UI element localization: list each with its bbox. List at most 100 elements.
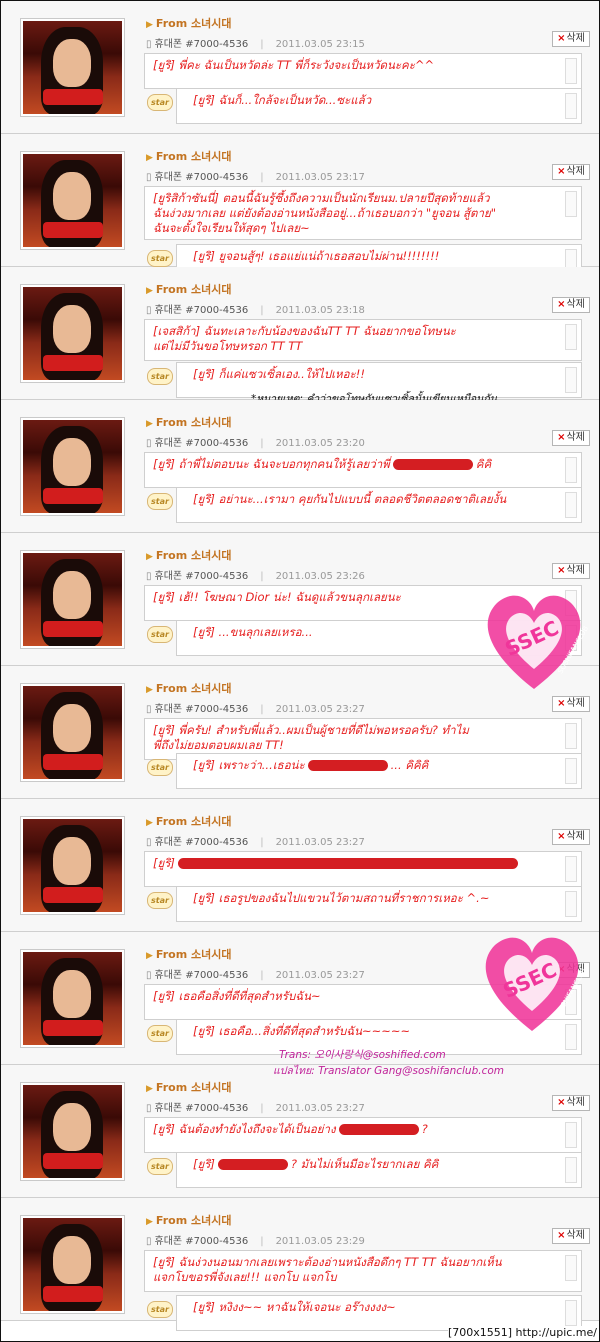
scrollbar[interactable] <box>565 93 577 119</box>
reply-text: [ยูริสิก้าซันนี่] ตอนนี้ฉันรู้ซึ้งถึงควา… <box>145 187 581 240</box>
reply-line-text: ... คิคิคิ <box>390 758 429 772</box>
reply-line-text: [ยูริ] หงิงง~~ หาฉันให้เจอนะ อร๊างงงง~ <box>193 1300 396 1314</box>
reply-line-text: [ยูริ] ...ขนลุกเลยเหรอ... <box>193 625 313 639</box>
message-datetime: 2011.03.05 23:27 <box>275 837 365 848</box>
phone-icon: ▯ <box>146 1236 152 1247</box>
star-button[interactable]: star <box>147 250 173 267</box>
delete-button[interactable]: ×삭제 <box>552 31 590 47</box>
avatar-photo <box>23 952 122 1045</box>
reply-line-text: ? <box>421 1122 428 1136</box>
scrollbar[interactable] <box>565 191 577 217</box>
ssec-watermark: SSEC SOSHIFANCLUB <box>475 581 593 699</box>
reply-box-secondary: [ยูริ] ? มันไม่เห็นมีอะไรยากเลย คิคิ <box>176 1152 582 1188</box>
reply-line: [ยูริ] ฉันก็...ใกล้จะเป็นหวัด...ซะแล้ว <box>193 93 573 108</box>
message-datetime: 2011.03.05 23:27 <box>275 1103 365 1114</box>
from-text: From 소녀시대 <box>155 416 232 429</box>
star-button[interactable]: star <box>147 94 173 111</box>
message-meta: ▯ 휴대폰 #7000-4536 | 2011.03.05 23:27 <box>146 700 365 715</box>
reply-line-text: [ยูริสิก้าซันนี่] ตอนนี้ฉันรู้ซึ้งถึงควา… <box>153 191 490 205</box>
reply-line: [ยูริ] เพราะว่า...เธอน่ะ ... คิคิคิ <box>193 758 573 773</box>
message-datetime: 2011.03.05 23:15 <box>275 39 365 50</box>
delete-button[interactable]: ×삭제 <box>552 829 590 845</box>
message-datetime: 2011.03.05 23:20 <box>275 438 365 449</box>
reply-line-text: [ยูริ] <box>153 856 175 870</box>
meta-divider: | <box>260 438 264 449</box>
reply-line-text: [ยูริ] เฮ้!! โฆษณา Dior น่ะ! ฉันดูแล้วขน… <box>153 590 401 604</box>
phone-number: 휴대폰 #7000-4536 <box>154 305 249 316</box>
reply-line-text: ? มันไม่เห็นมีอะไรยากเลย คิคิ <box>290 1157 439 1171</box>
avatar-scarf-shape <box>43 1286 103 1302</box>
reply-line-text: [ยูริ] เธอคือ...สิ่งที่ดีที่สุดสำหรับฉัน… <box>193 1024 411 1038</box>
reply-line: [ยูริ] <box>153 856 573 871</box>
message-post: ▶ From 소녀시대 ▯ 휴대폰 #7000-4536 | 2011.03.05 23:… <box>1 1198 599 1331</box>
translation-credit: Trans: 오이사랑식@soshified.com <box>279 1049 446 1061</box>
scrollbar[interactable] <box>565 457 577 483</box>
message-datetime: 2011.03.05 23:27 <box>275 704 365 715</box>
from-text: From 소녀시대 <box>155 948 232 961</box>
reply-box-secondary: [ยูริ] เธอรูปของฉันไปแขวนไว้ตามสถานที่รา… <box>176 886 582 922</box>
reply-line-text: [ยูริ] ก็แค่แซวเซิ้ลเอง..ให้ไปเหอะ!! <box>193 367 365 381</box>
from-label: ▶ From 소녀시대 <box>146 813 232 829</box>
arrow-icon: ▶ <box>146 818 153 828</box>
scrollbar[interactable] <box>565 1122 577 1148</box>
star-button[interactable]: star <box>147 1301 173 1318</box>
reply-text: [ยูริ] ถ้าพี่ไม่ตอบนะ ฉันจะบอกทุกคนให้รู… <box>145 453 581 476</box>
star-button[interactable]: star <box>147 892 173 909</box>
scrollbar[interactable] <box>565 758 577 784</box>
scrollbar[interactable] <box>565 1300 577 1326</box>
reply-text: [ยูริ] เพราะว่า...เธอน่ะ ... คิคิคิ <box>177 754 581 777</box>
avatar-face-shape <box>53 305 91 353</box>
reply-box-secondary: [ยูริ] ฉันก็...ใกล้จะเป็นหวัด...ซะแล้ว <box>176 88 582 124</box>
message-post: ▶ From 소녀시대 ▯ 휴대폰 #7000-4536 | 2011.03.05 23:… <box>1 267 599 405</box>
from-label: ▶ From 소녀시대 <box>146 1079 232 1095</box>
reply-text: [ยูริ] ก็แค่แซวเซิ้ลเอง..ให้ไปเหอะ!! <box>177 363 581 386</box>
delete-button[interactable]: ×삭제 <box>552 1095 590 1111</box>
delete-label: 삭제 <box>566 1097 585 1108</box>
delete-button[interactable]: ×삭제 <box>552 1228 590 1244</box>
star-button[interactable]: star <box>147 368 173 385</box>
scrollbar[interactable] <box>565 891 577 917</box>
delete-label: 삭제 <box>566 299 585 310</box>
message-post: ▶ From 소녀시대 ▯ 휴대폰 #7000-4536 | 2011.03.05 23:… <box>1 134 599 280</box>
avatar-face-shape <box>53 172 91 220</box>
delete-button[interactable]: ×삭제 <box>552 164 590 180</box>
scrollbar[interactable] <box>565 58 577 84</box>
avatar-face-shape <box>53 704 91 752</box>
reply-line-text: แต่ไม่มีวันขอโทษหรอก TT TT <box>153 339 303 353</box>
star-button[interactable]: star <box>147 759 173 776</box>
star-button[interactable]: star <box>147 1158 173 1175</box>
star-button[interactable]: star <box>147 1025 173 1042</box>
star-button[interactable]: star <box>147 626 173 643</box>
avatar-scarf-shape <box>43 89 103 105</box>
reply-text: [ยูริ] พี่คะ ฉันเป็นหวัดล่ะ TT พี่ก็ระวั… <box>145 54 581 77</box>
avatar-photo <box>23 553 122 646</box>
delete-x-icon: × <box>557 166 566 177</box>
delete-button[interactable]: ×삭제 <box>552 563 590 579</box>
scrollbar[interactable] <box>565 367 577 393</box>
avatar-scarf-shape <box>43 355 103 371</box>
delete-button[interactable]: ×삭제 <box>552 430 590 446</box>
arrow-icon: ▶ <box>146 1084 153 1094</box>
reply-line-text: คิคิ <box>475 457 492 471</box>
avatar-photo <box>23 420 122 513</box>
scrollbar[interactable] <box>565 324 577 350</box>
scrollbar[interactable] <box>565 492 577 518</box>
reply-line-text: [ยูริ] พี่คะ ฉันเป็นหวัดล่ะ TT พี่ก็ระวั… <box>153 58 435 72</box>
scrollbar[interactable] <box>565 1157 577 1183</box>
from-label: ▶ From 소녀시대 <box>146 148 232 164</box>
message-meta: ▯ 휴대폰 #7000-4536 | 2011.03.05 23:29 <box>146 1232 365 1247</box>
phone-icon: ▯ <box>146 438 152 449</box>
scrollbar[interactable] <box>565 1255 577 1281</box>
scrollbar[interactable] <box>565 723 577 749</box>
reply-line-text: [ยูริ] อย่านะ...เรามา คุยกันไปแบบนี้ ตลอ… <box>193 492 507 506</box>
meta-divider: | <box>260 1103 264 1114</box>
from-text: From 소녀시대 <box>155 549 232 562</box>
delete-label: 삭제 <box>566 565 585 576</box>
message-meta: ▯ 휴대폰 #7000-4536 | 2011.03.05 23:17 <box>146 168 365 183</box>
scrollbar[interactable] <box>565 856 577 882</box>
avatar-scarf-shape <box>43 1153 103 1169</box>
delete-button[interactable]: ×삭제 <box>552 297 590 313</box>
delete-label: 삭제 <box>566 432 585 443</box>
reply-box: [ยูริสิก้าซันนี่] ตอนนี้ฉันรู้ซึ้งถึงควา… <box>144 186 582 240</box>
star-button[interactable]: star <box>147 493 173 510</box>
